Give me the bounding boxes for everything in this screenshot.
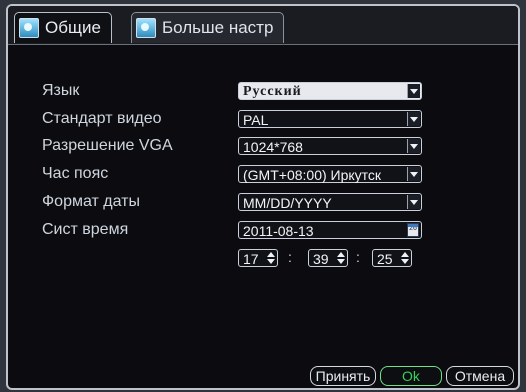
calendar-icon[interactable]: 26 [407, 223, 419, 237]
vga-resolution-label: Разрешение VGA [42, 137, 173, 154]
language-select[interactable]: Русский [238, 82, 422, 100]
time-zone-label: Час пояс [42, 165, 109, 182]
chevron-down-icon[interactable] [407, 84, 420, 98]
vga-resolution-value: 1024*768 [243, 139, 303, 155]
chevron-down-icon[interactable] [407, 195, 420, 209]
settings-panel: Общие Больше настр Язык Русский Стандарт… [6, 4, 520, 390]
chevron-down-icon[interactable] [407, 167, 420, 181]
time-zone-value: (GMT+08:00) Иркутск [243, 167, 382, 183]
row-date-format: Формат даты MM/DD/YYYY [42, 191, 518, 213]
tab-more-settings-label: Больше настр [162, 18, 274, 37]
date-value: 2011-08-13 [243, 223, 314, 239]
spinner-arrows-icon[interactable] [336, 251, 346, 265]
system-time-label: Сист время [42, 221, 129, 238]
tab-more-settings-icon [136, 18, 156, 38]
dialog-frame: Общие Больше настр Язык Русский Стандарт… [0, 0, 526, 392]
ok-button[interactable]: Ok [380, 366, 442, 386]
calendar-day: 26 [409, 225, 417, 232]
chevron-down-icon[interactable] [407, 112, 420, 126]
minute-value: 39 [313, 251, 329, 267]
hour-spinner[interactable]: 17 [238, 249, 278, 267]
spinner-arrows-icon[interactable] [400, 251, 410, 265]
hour-value: 17 [243, 251, 259, 267]
chevron-down-icon[interactable] [407, 139, 420, 153]
time-separator: : [288, 249, 292, 265]
time-zone-select[interactable]: (GMT+08:00) Иркутск [238, 165, 422, 183]
row-system-time: Сист время 2011-08-13 26 [42, 219, 518, 241]
spinner-arrows-icon[interactable] [266, 251, 276, 265]
video-standard-label: Стандарт видео [42, 110, 162, 127]
minute-spinner[interactable]: 39 [308, 249, 348, 267]
date-format-value: MM/DD/YYYY [243, 195, 332, 211]
date-format-select[interactable]: MM/DD/YYYY [238, 193, 422, 211]
tab-general-icon [19, 18, 39, 38]
cancel-button[interactable]: Отмена [446, 366, 514, 386]
tab-general[interactable]: Общие [14, 12, 112, 43]
apply-button[interactable]: Принять [310, 366, 376, 386]
language-label: Язык [42, 82, 80, 99]
tab-general-label: Общие [45, 18, 101, 37]
time-separator: : [356, 249, 360, 265]
date-format-label: Формат даты [42, 193, 140, 210]
row-vga-resolution: Разрешение VGA 1024*768 [42, 135, 518, 157]
video-standard-value: PAL [243, 112, 269, 128]
tab-bar: Общие Больше настр [8, 6, 518, 45]
row-language: Язык Русский [42, 80, 518, 102]
row-time-zone: Час пояс (GMT+08:00) Иркутск [42, 163, 518, 185]
video-standard-select[interactable]: PAL [238, 110, 422, 128]
date-input[interactable]: 2011-08-13 26 [238, 221, 422, 239]
second-value: 25 [377, 251, 393, 267]
row-time: 17 : 39 : 25 [42, 247, 518, 269]
row-video-standard: Стандарт видео PAL [42, 108, 518, 130]
language-value: Русский [243, 84, 302, 99]
tab-more-settings[interactable]: Больше настр [131, 12, 285, 43]
second-spinner[interactable]: 25 [372, 249, 412, 267]
vga-resolution-select[interactable]: 1024*768 [238, 137, 422, 155]
